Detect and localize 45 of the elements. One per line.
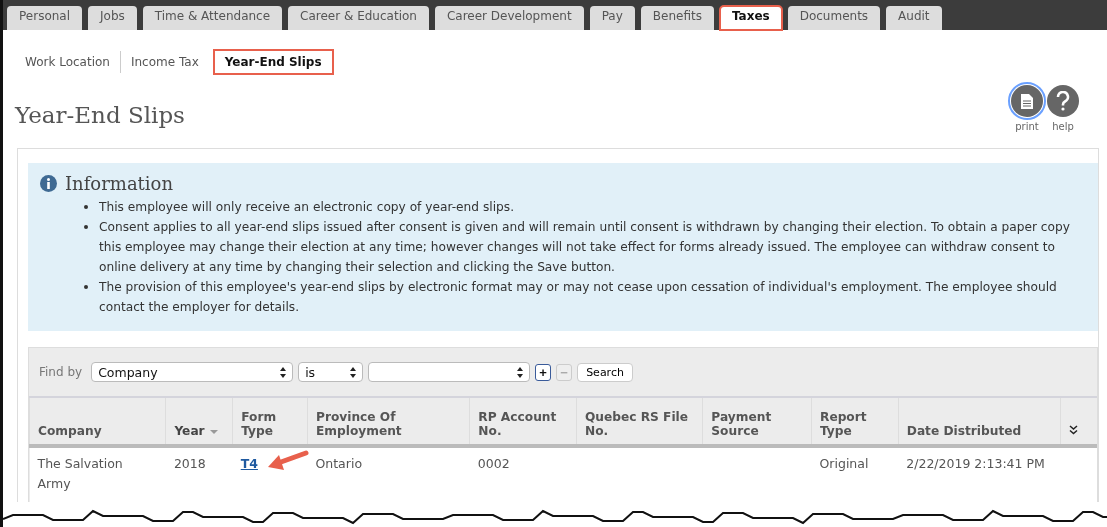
info-icon: [40, 175, 57, 192]
print-button[interactable]: [1011, 85, 1043, 117]
arrow-annotation: [267, 450, 309, 470]
add-button[interactable]: +: [535, 363, 552, 381]
information-title: Information: [65, 173, 174, 194]
tab[interactable]: Benefits: [640, 6, 714, 30]
document-icon: [1020, 92, 1034, 110]
find-by-label: Find by: [39, 365, 83, 379]
up-down-icon: [350, 366, 357, 378]
table-cell: 2/22/2019 2:13:41 PM: [898, 446, 1061, 502]
question-icon: [1056, 91, 1070, 111]
tab[interactable]: Taxes: [719, 6, 782, 30]
field-select[interactable]: Company: [91, 362, 294, 382]
tab[interactable]: Career Development: [434, 6, 584, 30]
table-cell: Original: [811, 446, 899, 502]
information-item: This employee will only receive an electronic copy of year-end slips.: [99, 199, 514, 216]
bullet-icon: [84, 225, 88, 229]
table-cell: 0002: [469, 446, 577, 502]
sub-tab[interactable]: Work Location: [15, 51, 120, 73]
up-down-icon: [280, 366, 287, 378]
operator-select[interactable]: is: [298, 362, 364, 382]
page-title: Year-End Slips: [15, 102, 185, 128]
information-item: The provision of this employee's year-end slips by electronic format may or may not cease upon cessation of individual's employment. The employee should contact the employer for details.: [99, 279, 1058, 316]
search-button[interactable]: Search: [577, 362, 633, 382]
table-cell: Ontario: [307, 446, 470, 502]
sub-tab[interactable]: Income Tax: [119, 51, 209, 73]
tab[interactable]: Time & Attendance: [142, 6, 283, 30]
form-link[interactable]: T4: [240, 456, 258, 471]
sub-tab[interactable]: Year-End Slips: [214, 51, 332, 73]
tab[interactable]: Audit: [886, 6, 942, 30]
table-cell: The Salvation Army: [29, 446, 166, 502]
tab[interactable]: Pay: [589, 6, 635, 30]
action-label: print: [1015, 121, 1039, 132]
action-label: help: [1052, 121, 1074, 132]
tab[interactable]: Documents: [787, 6, 881, 30]
information-item: Consent applies to all year-end slips issued after consent is given and will remain until consent is withdrawn by changing their election. To obtain a paper copy this employee may change their election at any time; however changes will not take effect for forms already issued. The employee can withdraw consent to online delivery at any time by changing their selection and clicking the Save button.: [99, 219, 1071, 276]
tab[interactable]: Jobs: [88, 6, 137, 30]
tab[interactable]: Personal: [7, 6, 82, 30]
up-down-icon: [517, 366, 524, 378]
double-chevron-icon: [1069, 425, 1079, 435]
bullet-icon: [84, 205, 88, 209]
bullet-icon: [84, 285, 88, 289]
tab[interactable]: Career & Education: [288, 6, 429, 30]
table-cell: 2018: [165, 446, 233, 502]
help-button[interactable]: [1047, 85, 1079, 117]
